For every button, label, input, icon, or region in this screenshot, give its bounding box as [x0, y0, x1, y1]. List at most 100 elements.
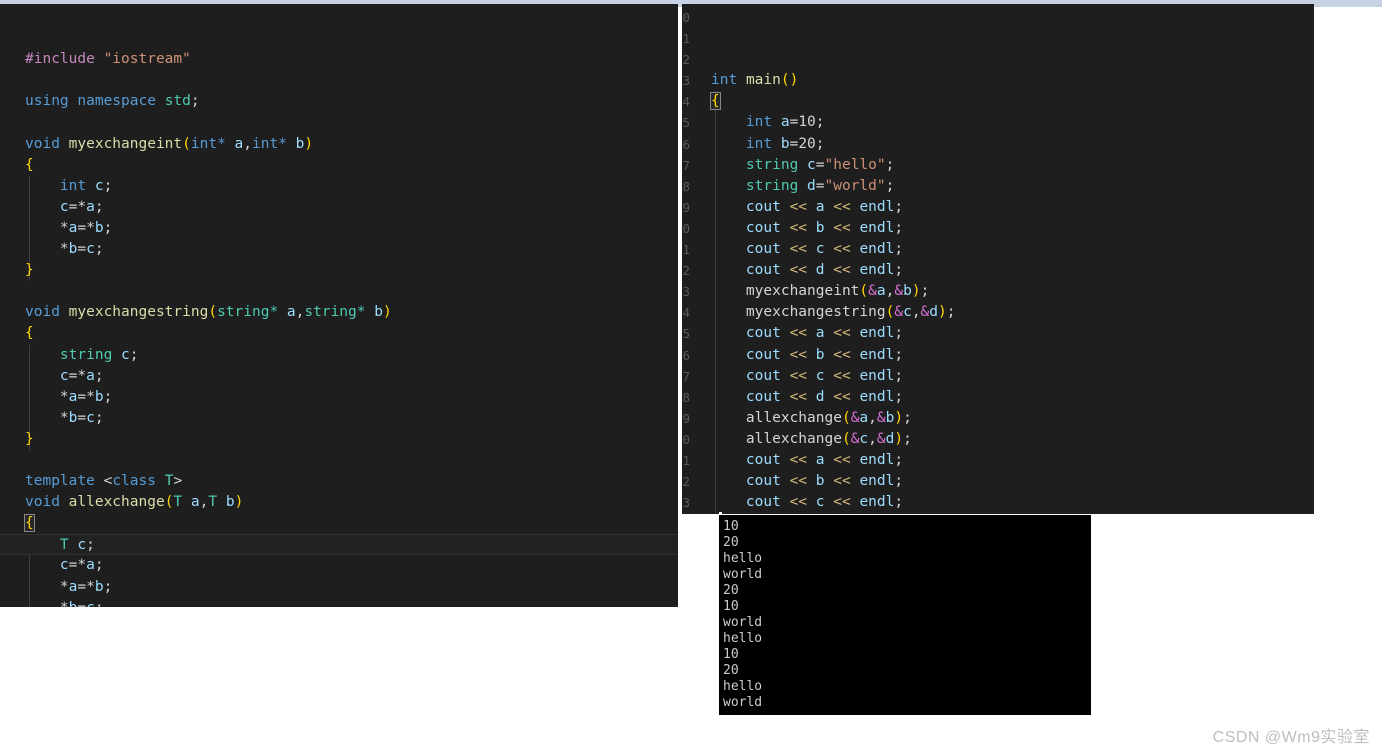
code-token: b — [94, 219, 104, 236]
code-line[interactable]: myexchangeint(&a,&b); — [682, 281, 1314, 302]
code-line[interactable]: int a=10; — [682, 112, 1314, 133]
code-token: << — [833, 262, 851, 279]
code-line[interactable]: using namespace std; — [0, 91, 678, 112]
code-line[interactable]: cout << d << endl; — [682, 387, 1314, 408]
code-line[interactable]: *b=c; — [0, 408, 678, 429]
code-line[interactable]: c=*a; — [0, 555, 678, 576]
code-token: ; — [894, 325, 904, 342]
code-area-left[interactable]: #include "iostream" using namespace std; v… — [0, 46, 678, 607]
code-line[interactable]: void allexchange(T a,T b) — [0, 492, 678, 513]
code-line[interactable]: { — [0, 323, 678, 344]
code-token: ; — [894, 367, 904, 384]
code-line[interactable]: cout << d << endl; — [682, 513, 1314, 514]
code-line[interactable]: string c="hello"; — [682, 155, 1314, 176]
code-line[interactable]: { — [0, 155, 678, 176]
code-line[interactable]: int c; — [0, 176, 678, 197]
code-token: myexchangestring — [745, 304, 886, 321]
code-line[interactable] — [0, 112, 678, 133]
code-token: , — [868, 430, 877, 447]
console-output-line: 20 — [723, 535, 739, 550]
code-token: a — [286, 304, 296, 321]
program-output-console[interactable]: 10 20 hello world 20 10 world hello 10 20 hello wor… — [719, 515, 1091, 715]
code-token: & — [876, 430, 886, 447]
code-line[interactable]: #include "iostream" — [0, 49, 678, 70]
code-line[interactable] — [0, 70, 678, 91]
code-token: 20 — [798, 135, 816, 152]
code-token: () — [780, 72, 799, 89]
code-token: & — [868, 283, 877, 300]
code-line[interactable]: { — [0, 513, 678, 534]
code-token: << — [789, 451, 808, 468]
code-line[interactable]: c=*a; — [0, 197, 678, 218]
code-area-right[interactable]: int main(){ int a=10; int b=20; string c… — [682, 67, 1314, 514]
code-token: a — [876, 283, 886, 300]
code-token: c — [815, 241, 825, 258]
code-line[interactable]: cout << d << endl; — [682, 260, 1314, 281]
code-line[interactable]: cout << c << endl; — [682, 492, 1314, 513]
code-line[interactable]: void myexchangeint(int* a,int* b) — [0, 134, 678, 155]
code-line[interactable]: } — [0, 429, 678, 450]
code-token: < — [94, 473, 113, 490]
source-editor-right[interactable]: 3031323334353637383940414243444546474849… — [682, 4, 1314, 514]
code-line[interactable]: cout << b << endl; — [682, 345, 1314, 366]
code-token: cout — [745, 494, 781, 511]
code-line[interactable]: c=*a; — [0, 366, 678, 387]
code-line[interactable]: cout << b << endl; — [682, 471, 1314, 492]
code-line[interactable]: cout << a << endl; — [682, 450, 1314, 471]
code-line[interactable]: string d="world"; — [682, 176, 1314, 197]
code-token: << — [833, 367, 851, 384]
console-output-line: hello — [723, 679, 763, 694]
code-token: "world" — [824, 177, 886, 194]
code-line[interactable]: cout << a << endl; — [682, 323, 1314, 344]
code-line[interactable] — [0, 450, 678, 471]
code-token: ; — [815, 114, 825, 131]
code-line[interactable]: *b=c; — [0, 239, 678, 260]
code-token: int* — [252, 135, 287, 152]
code-line[interactable]: string c; — [0, 345, 678, 366]
code-line[interactable]: cout << a << endl; — [682, 197, 1314, 218]
code-line[interactable]: *b=c; — [0, 598, 678, 607]
code-line[interactable]: } — [0, 260, 678, 281]
code-line[interactable]: *a=*b; — [0, 387, 678, 408]
code-line[interactable]: *a=*b; — [0, 577, 678, 598]
code-line[interactable]: cout << c << endl; — [682, 366, 1314, 387]
code-token: ; — [894, 198, 904, 215]
source-editor-left[interactable]: #include "iostream" using namespace std; v… — [0, 4, 678, 607]
code-token: #include — [25, 51, 104, 68]
code-line[interactable]: int main() — [682, 70, 1314, 91]
code-token: cout — [745, 262, 781, 279]
code-token: template — [25, 473, 95, 490]
code-line[interactable]: void myexchangestring(string* a,string* … — [0, 302, 678, 323]
code-line[interactable]: allexchange(&a,&b); — [682, 408, 1314, 429]
code-token: ; — [894, 346, 904, 363]
code-token: } — [25, 430, 34, 447]
code-token: void — [25, 494, 60, 511]
code-token: endl — [859, 451, 895, 468]
code-token: b — [374, 304, 383, 321]
code-token: a — [234, 135, 244, 152]
code-line[interactable]: int b=20; — [682, 134, 1314, 155]
code-token: ; — [815, 135, 825, 152]
code-line[interactable]: cout << b << endl; — [682, 218, 1314, 239]
code-line[interactable]: *a=*b; — [0, 218, 678, 239]
code-line[interactable]: { — [682, 91, 1314, 112]
code-line[interactable]: myexchangestring(&c,&d); — [682, 302, 1314, 323]
code-line[interactable]: T c; — [0, 534, 678, 556]
code-token: , — [243, 135, 253, 152]
code-line[interactable]: template <class T> — [0, 471, 678, 492]
code-line[interactable]: cout << c << endl; — [682, 239, 1314, 260]
code-token: int* — [190, 135, 226, 152]
code-line[interactable]: allexchange(&c,&d); — [682, 429, 1314, 450]
code-line[interactable] — [0, 281, 678, 302]
